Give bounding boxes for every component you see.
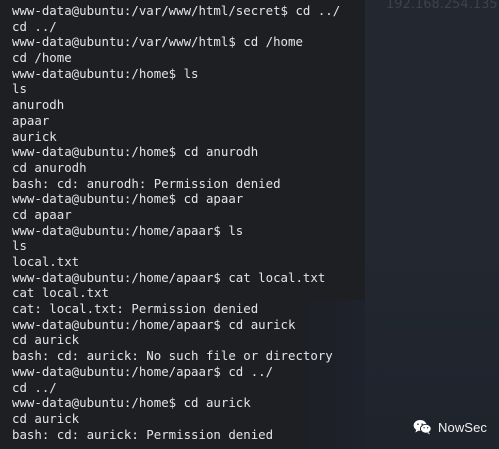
terminal-line: cd /home [12,50,72,66]
terminal-line: www-data@ubuntu:/home$ cd aurick [12,395,251,411]
terminal-line: aurick [12,128,57,144]
terminal-line: cat: local.txt: Permission denied [12,301,259,317]
terminal-line: bash: cd: anurodh: Permission denied [12,175,281,191]
terminal-line: cd ../ [12,379,57,395]
terminal-line: www-data@ubuntu:/home/apaar$ cd aurick [12,316,296,332]
terminal-line: cd aurick [12,410,80,426]
terminal-line: anurodh [12,97,65,113]
ip-address-label: 192.168.254.135 [386,0,498,12]
terminal-line: www-data@ubuntu:/home/apaar$ cd ../ [12,363,274,379]
terminal-output: www-data@ubuntu:/var/www/html/secret$ cd… [12,3,340,442]
watermark-text: NowSec [438,419,488,435]
terminal-line: cd anurodh [12,159,87,175]
terminal-line: cd apaar [12,206,72,222]
terminal-line: bash: cd: aurick: Permission denied [12,426,274,442]
terminal-window[interactable]: www-data@ubuntu:/var/www/html/secret$ cd… [0,0,365,449]
terminal-line: www-data@ubuntu:/var/www/html$ cd /home [12,34,303,50]
terminal-line: cd aurick [12,332,80,348]
terminal-line: local.txt [12,254,80,269]
terminal-line: www-data@ubuntu:/home$ ls [12,65,199,81]
terminal-line: www-data@ubuntu:/home$ cd anurodh [12,144,259,160]
terminal-line: ls [12,238,27,254]
terminal-line: www-data@ubuntu:/var/www/html/secret$ cd… [12,3,341,18]
terminal-line: www-data@ubuntu:/home/apaar$ ls [12,222,244,238]
wechat-icon [413,420,432,435]
terminal-line: cd ../ [12,18,57,34]
terminal-line: ls [12,81,27,97]
terminal-line: apaar [12,112,50,128]
terminal-line: bash: cd: aurick: No such file or direct… [12,348,333,364]
watermark: NowSec [413,419,487,435]
terminal-line: cat local.txt [12,285,109,301]
terminal-line: www-data@ubuntu:/home$ cd apaar [12,191,244,207]
background-pane [365,0,499,449]
terminal-line: www-data@ubuntu:/home/apaar$ cat local.t… [12,269,326,285]
